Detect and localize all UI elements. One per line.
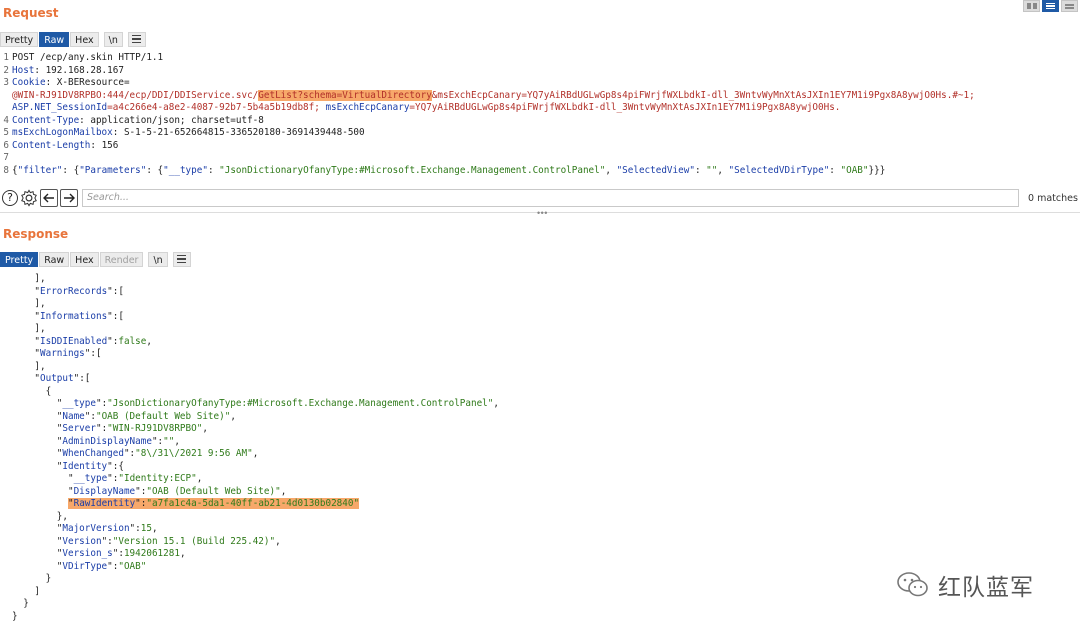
response-tab-newline[interactable]: \n: [148, 251, 168, 267]
response-line: "DisplayName":"OAB (Default Web Site)",: [12, 485, 287, 497]
response-line: "Name":"OAB (Default Web Site)",: [12, 410, 236, 422]
request-line: ASP.NET_SessionId=a4c266e4-a8e2-4087-92b…: [12, 102, 841, 113]
watermark-text: 红队蓝军: [938, 575, 1034, 601]
request-line: 4 Content-Type: application/json; charset…: [3, 114, 264, 126]
response-line: "Server":"WIN-RJ91DV8RPBO",: [12, 423, 208, 434]
search-bar: ? Search... 0 matches: [0, 187, 1080, 209]
response-line: "__type":"JsonDictionaryOfanyType:#Micro…: [12, 398, 499, 409]
response-line: "Version":"Version 15.1 (Build 225.42)",: [12, 535, 281, 547]
request-tab-newline[interactable]: \n: [103, 31, 123, 47]
split-vertical-icon[interactable]: [1042, 0, 1059, 12]
response-toolbar: Pretty Raw Hex Render \n: [0, 251, 191, 267]
response-line: "Output":[: [12, 373, 91, 384]
wechat-icon: [897, 572, 928, 597]
response-line: "WhenChanged":"8\/31\/2021 9:56 AM",: [12, 448, 259, 459]
request-body: {"filter": {"Parameters": {"__type": "Js…: [12, 164, 886, 176]
response-line: {: [12, 385, 52, 397]
response-line: "Informations":[: [12, 310, 124, 322]
forward-arrow-icon[interactable]: [60, 189, 78, 207]
response-line: },: [12, 510, 68, 522]
response-line: "Identity":{: [12, 460, 124, 472]
response-line: "IsDDIEnabled":false,: [12, 335, 152, 347]
request-line: 3 Cookie: X-BEResource=: [3, 77, 130, 88]
request-line: 1 POST /ecp/any.skin HTTP/1.1: [3, 52, 164, 63]
menu-icon[interactable]: [172, 251, 191, 267]
response-tab-raw[interactable]: Raw: [39, 251, 70, 267]
response-tab-pretty[interactable]: Pretty: [0, 251, 39, 267]
help-icon[interactable]: ?: [2, 190, 18, 206]
request-line: 8 {"filter": {"Parameters": {"__type": "J…: [0, 165, 1080, 178]
request-tab-pretty[interactable]: Pretty: [0, 31, 39, 47]
pane-splitter[interactable]: • • •: [0, 208, 1080, 220]
response-line: ],: [12, 323, 46, 334]
response-line: ],: [12, 360, 46, 372]
request-title: Request: [3, 6, 59, 20]
watermark: 红队蓝军: [896, 568, 1034, 602]
request-tab-hex[interactable]: Hex: [70, 31, 99, 47]
request-line: @WIN-RJ91DV8RPBO:444/ecp/DDI/DDIService.…: [12, 89, 975, 101]
tabs-layout-icon[interactable]: [1061, 0, 1078, 12]
settings-icon[interactable]: [20, 189, 38, 207]
back-arrow-icon[interactable]: [40, 189, 58, 207]
highlighted-rawidentity: "RawIdentity":"a7fa1c4a-5da1-40ff-ab21-4…: [67, 498, 360, 509]
response-title: Response: [3, 227, 69, 241]
response-line: "Warnings":[: [12, 348, 102, 359]
response-tab-render: Render: [99, 251, 144, 267]
highlighted-getlist: GetList?schema=VirtualDirectory: [258, 89, 432, 101]
request-line: 2 Host: 192.168.28.167: [3, 64, 124, 76]
response-tab-hex[interactable]: Hex: [70, 251, 99, 267]
split-horizontal-icon[interactable]: [1023, 0, 1040, 12]
response-line: ],: [12, 273, 46, 284]
response-line: "Version_s":1942061281,: [12, 548, 186, 559]
request-editor[interactable]: 1 POST /ecp/any.skin HTTP/1.1 2 Host: 192.…: [0, 52, 1080, 177]
response-line: }: [12, 610, 18, 622]
match-count: 0 matches: [1028, 192, 1078, 204]
response-line: "RawIdentity":"a7fa1c4a-5da1-40ff-ab21-4…: [12, 498, 1080, 511]
response-line: "AdminDisplayName":"",: [12, 435, 180, 447]
layout-toggles: [1023, 0, 1078, 12]
menu-icon[interactable]: [127, 31, 146, 47]
request-line: 6 Content-Length: 156: [3, 139, 119, 151]
request-toolbar: Pretty Raw Hex \n: [0, 31, 146, 47]
request-tab-raw[interactable]: Raw: [39, 31, 70, 47]
response-line: "ErrorRecords":[: [12, 285, 124, 297]
response-line: "__type":"Identity:ECP",: [12, 473, 203, 484]
request-line: 5 msExchLogonMailbox: S-1-5-21-652664815-…: [3, 127, 365, 138]
search-input[interactable]: Search...: [82, 189, 1019, 207]
request-line: 7: [3, 152, 9, 163]
response-line: "MajorVersion":15,: [12, 523, 158, 534]
response-line: ],: [12, 298, 46, 309]
